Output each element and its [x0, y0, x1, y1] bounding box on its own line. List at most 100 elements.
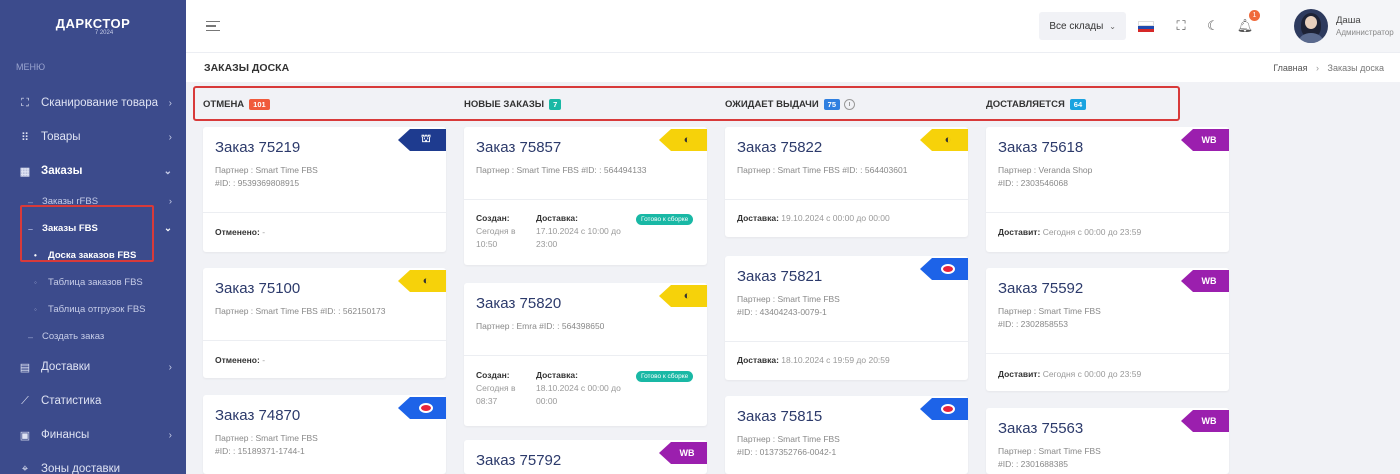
marketplace-tag-icon: ⛫	[398, 129, 446, 151]
order-card[interactable]: WB Заказ 75792	[464, 440, 707, 474]
order-card[interactable]: ⛫ Заказ 75219 Партнер : Smart Time FBS #…	[203, 127, 446, 252]
order-card[interactable]: Заказ 75815 Партнер : Smart Time FBS #ID…	[725, 396, 968, 474]
column-header-cancelled: ОТМЕНА 101	[203, 97, 270, 111]
column-title: ОЖИДАЕТ ВЫДАЧИ	[725, 98, 819, 110]
clock-icon[interactable]	[844, 98, 855, 110]
count-badge: 75	[823, 98, 840, 110]
marketplace-tag-icon: WB	[1181, 270, 1229, 292]
count-badge: 64	[1069, 98, 1087, 110]
zones-icon: ⌖	[21, 462, 29, 474]
order-footer: Отменено: -	[215, 355, 266, 365]
marketplace-tag-icon	[920, 398, 968, 420]
order-card[interactable]: WB Заказ 75563 Партнер : Smart Time FBS …	[986, 408, 1229, 474]
menu-heading: МЕНЮ	[16, 62, 46, 72]
user-menu[interactable]: Даша Администратор	[1280, 0, 1400, 52]
order-title: Заказ 75219	[215, 139, 301, 156]
logo-subtext: 7 2024	[94, 30, 114, 36]
bullet-icon: ◦	[34, 278, 37, 287]
breadcrumb-current: Заказы доска	[1327, 62, 1384, 73]
order-card[interactable]: WB Заказ 75618 Партнер : Veranda Shop #I…	[986, 127, 1229, 252]
finance-icon: ▣	[19, 429, 31, 442]
sidebar-item-fbs-orders-table[interactable]: ◦ Таблица заказов FBS	[0, 269, 186, 296]
sidebar-item-statistics[interactable]: ⟋ Статистика	[0, 384, 186, 418]
order-partner: Партнер : Smart Time FBS #ID: : 56215017…	[215, 306, 386, 316]
language-flag-icon[interactable]	[1138, 20, 1154, 32]
order-card[interactable]: Заказ 74870 Партнер : Smart Time FBS #ID…	[203, 395, 446, 474]
order-title: Заказ 75592	[998, 280, 1084, 297]
breadcrumb-home[interactable]: Главная	[1273, 63, 1307, 73]
order-title: Заказ 75820	[476, 295, 562, 312]
logo-text: ДАРКСТОР	[55, 16, 131, 31]
order-title: Заказ 75100	[215, 280, 301, 297]
column-title: НОВЫЕ ЗАКАЗЫ	[464, 98, 545, 110]
order-card[interactable]: Заказ 75821 Партнер : Smart Time FBS #ID…	[725, 256, 968, 380]
order-footer: Доставит: Сегодня с 00:00 до 23:59	[998, 369, 1142, 379]
sidebar-item-label: Создать заказ	[42, 331, 105, 342]
orders-icon: ▦	[19, 165, 31, 178]
sidebar-item-scan[interactable]: ⛶ Сканирование товара ›	[0, 86, 186, 120]
sidebar-item-finance[interactable]: ▣ Финансы ›	[0, 418, 186, 452]
notification-badge: 1	[1249, 10, 1260, 21]
chevron-right-icon: ›	[168, 97, 172, 109]
order-footer: Доставит: Сегодня с 00:00 до 23:59	[998, 227, 1142, 237]
warehouse-select[interactable]: Все склады ⌄	[1039, 12, 1126, 40]
order-card[interactable]: ◐ Заказ 75820 Партнер : Emra #ID: : 5643…	[464, 283, 707, 426]
chevron-right-icon: ›	[168, 131, 172, 143]
column-header-awaiting-pickup: ОЖИДАЕТ ВЫДАЧИ 75	[725, 97, 855, 111]
menu-toggle-icon[interactable]	[206, 20, 220, 32]
order-card[interactable]: ◐ Заказ 75100 Партнер : Smart Time FBS #…	[203, 268, 446, 378]
column-title: ДОСТАВЛЯЕТСЯ	[986, 98, 1065, 110]
sidebar-item-products[interactable]: ⠿ Товары ›	[0, 120, 186, 154]
chevron-down-icon: ⌄	[164, 223, 172, 234]
sidebar-item-label: Заказы	[41, 165, 83, 177]
sidebar-item-orders-fbs[interactable]: – Заказы FBS ⌄	[0, 215, 186, 242]
order-id: #ID: : 9539369808915	[215, 178, 300, 188]
count-badge: 7	[549, 98, 562, 110]
dark-mode-icon[interactable]: ☾	[1204, 18, 1222, 34]
user-name: Даша	[1336, 15, 1361, 26]
order-partner: Партнер : Smart Time FBS	[998, 446, 1101, 456]
order-id: #ID: : 2302858553	[998, 319, 1068, 329]
logo[interactable]: ДАРКСТОР 7 2024	[0, 0, 186, 52]
warehouse-select-value: Все склады	[1049, 20, 1104, 32]
scan-icon: ⛶	[21, 96, 29, 109]
order-created: Создан: Сегодня в 08:37	[476, 370, 516, 406]
order-card[interactable]: ◐ Заказ 75822 Партнер : Smart Time FBS #…	[725, 127, 968, 237]
order-partner: Партнер : Smart Time FBS	[998, 306, 1101, 316]
order-id: #ID: : 2301688385	[998, 459, 1068, 469]
order-id: #ID: : 15189371-1744-1	[215, 446, 305, 456]
marketplace-tag-icon: ◐	[659, 285, 707, 307]
sidebar-item-orders-rfbs[interactable]: – Заказы rFBS ›	[0, 188, 186, 215]
order-delivery: Доставка: 17.10.2024 с 10:00 до 23:00	[536, 213, 621, 249]
order-card[interactable]: WB Заказ 75592 Партнер : Smart Time FBS …	[986, 268, 1229, 391]
status-badge: Готово к сборке	[636, 214, 694, 225]
sidebar-item-fbs-shipments-table[interactable]: ◦ Таблица отгрузок FBS	[0, 296, 186, 323]
chevron-down-icon: ⌄	[1109, 21, 1116, 31]
order-title: Заказ 75618	[998, 139, 1084, 156]
sidebar-item-orders[interactable]: ▦ Заказы ⌄	[0, 154, 186, 188]
sidebar-item-deliveries[interactable]: ▤ Доставки ›	[0, 350, 186, 384]
order-footer: Доставка: 19.10.2024 с 00:00 до 00:00	[737, 213, 890, 223]
sidebar-item-label: Товары	[41, 131, 81, 143]
order-partner: Партнер : Smart Time FBS #ID: : 56449413…	[476, 165, 647, 175]
order-id: #ID: : 2303546068	[998, 178, 1068, 188]
order-card[interactable]: ◐ Заказ 75857 Партнер : Smart Time FBS #…	[464, 127, 707, 265]
column-header-new: НОВЫЕ ЗАКАЗЫ 7	[464, 97, 562, 111]
order-title: Заказ 75821	[737, 268, 823, 285]
sidebar-item-label: Доставки	[41, 361, 91, 373]
status-badge: Готово к сборке	[636, 371, 694, 382]
breadcrumb-separator: ›	[1316, 62, 1319, 73]
sidebar-item-label: Заказы rFBS	[42, 196, 99, 207]
order-title: Заказ 75822	[737, 139, 823, 156]
order-footer: Доставка: 18.10.2024 с 19:59 до 20:59	[737, 355, 890, 365]
fullscreen-icon[interactable]: ⛶	[1172, 18, 1190, 34]
sidebar-item-fbs-board[interactable]: • Доска заказов FBS	[0, 242, 186, 269]
dash-icon: –	[28, 223, 34, 234]
sidebar-item-create-order[interactable]: – Создать заказ	[0, 323, 186, 350]
order-partner: Партнер : Smart Time FBS #ID: : 56440360…	[737, 165, 908, 175]
sidebar-item-delivery-zones[interactable]: ⌖ Зоны доставки	[0, 452, 186, 474]
marketplace-tag-icon: ◐	[659, 129, 707, 151]
chevron-down-icon: ⌄	[163, 165, 172, 177]
order-created: Создан: Сегодня в 10:50	[476, 213, 516, 249]
notification-bell-icon[interactable]: 🔔︎ 1	[1236, 10, 1260, 34]
